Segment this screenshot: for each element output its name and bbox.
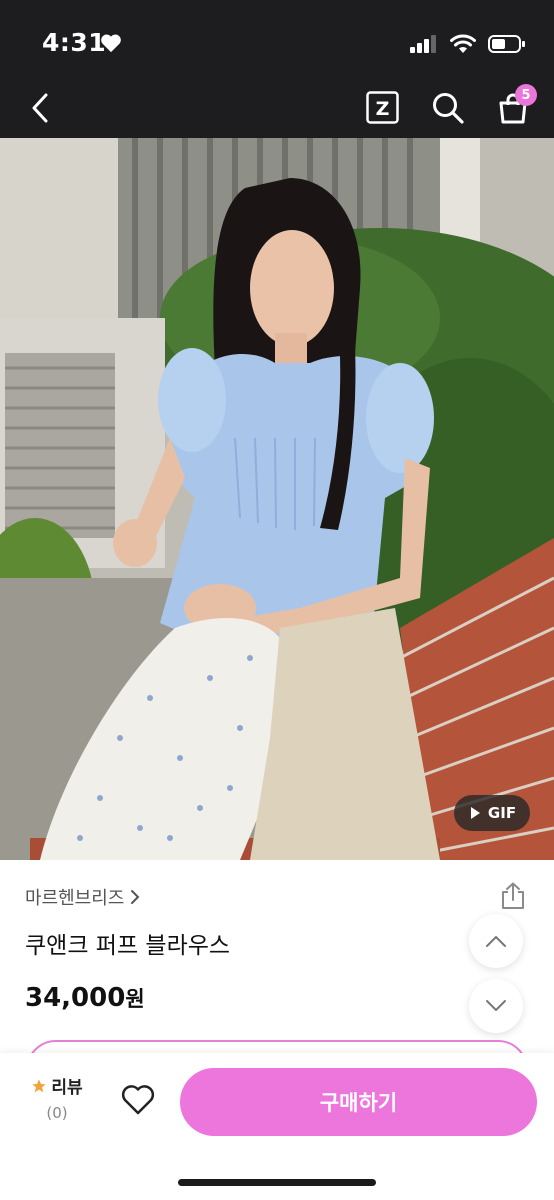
review-label-row: 리뷰 (22, 1073, 92, 1098)
gif-label: GIF (487, 804, 517, 822)
heart-icon (100, 33, 122, 57)
buy-button[interactable]: 구매하기 (180, 1068, 537, 1136)
z-label: Z (376, 98, 390, 120)
cart-count-badge: 5 (515, 84, 537, 106)
share-icon[interactable] (500, 882, 526, 914)
product-image[interactable] (0, 138, 554, 860)
chevron-down-icon (486, 1000, 506, 1011)
status-bar: 4:31 (0, 0, 554, 76)
scroll-down-button[interactable] (469, 979, 523, 1033)
product-price: 34,000원 (25, 983, 145, 1013)
status-icons (410, 34, 526, 58)
wifi-icon (450, 34, 476, 58)
battery-icon (488, 34, 526, 58)
chevron-up-icon (486, 936, 506, 947)
price-value: 34,000 (25, 983, 126, 1013)
review-label: 리뷰 (51, 1078, 83, 1098)
play-icon (470, 807, 480, 819)
chevron-right-icon (131, 890, 140, 904)
heart-outline-icon[interactable] (120, 1084, 156, 1120)
status-time: 4:31 (42, 28, 107, 57)
product-name: 쿠앤크 퍼프 블라우스 (25, 933, 231, 959)
scroll-up-button[interactable] (469, 914, 523, 968)
nav-bar: Z (0, 76, 554, 138)
review-summary[interactable]: 리뷰 (0) (22, 1073, 92, 1122)
search-icon[interactable] (431, 91, 465, 129)
review-count: (0) (46, 1104, 68, 1122)
home-indicator[interactable] (178, 1179, 376, 1186)
zigzag-z-button[interactable]: Z (366, 91, 399, 128)
product-photo (0, 138, 554, 860)
back-arrow-icon[interactable] (30, 93, 50, 127)
brand-name: 마르헨브리즈 (25, 888, 125, 909)
brand-link[interactable]: 마르헨브리즈 (25, 884, 140, 910)
gif-badge[interactable]: GIF (454, 795, 530, 831)
price-unit: 원 (125, 987, 145, 1011)
star-icon (32, 1078, 47, 1092)
signal-icon (410, 35, 438, 57)
